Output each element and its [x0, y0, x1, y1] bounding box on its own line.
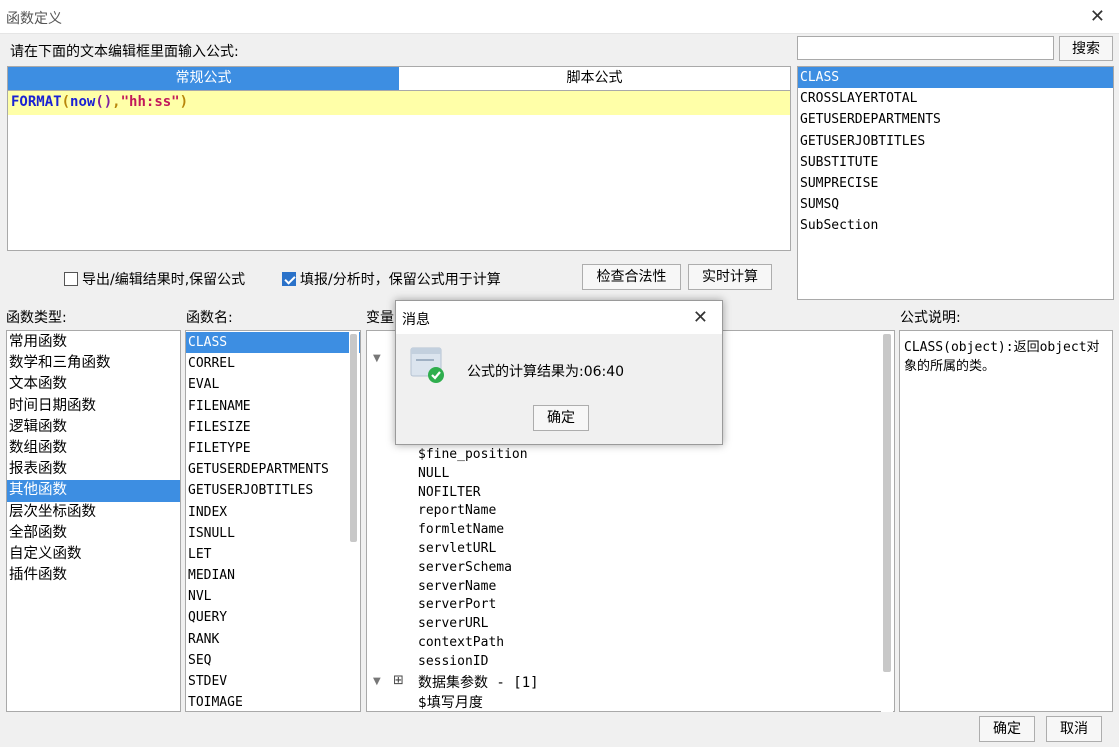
search-result-item[interactable]: CLASS	[798, 67, 1113, 89]
keep-on-fill-option[interactable]: 填报/分析时，保留公式用于计算	[282, 269, 501, 289]
function-name-item[interactable]: LET	[186, 544, 360, 565]
function-name-item[interactable]: GETUSERJOBTITLES	[186, 480, 360, 501]
function-name-item[interactable]: GETUSERDEPARTMENTS	[186, 459, 360, 480]
search-button[interactable]: 搜索	[1059, 36, 1113, 61]
keep-on-fill-checkbox[interactable]	[282, 272, 296, 286]
variable-item[interactable]: NOFILTER	[418, 485, 481, 500]
keep-on-export-checkbox[interactable]	[64, 272, 78, 286]
dataset-node[interactable]: 数据集参数 - [1]	[418, 672, 539, 692]
variable-item[interactable]: formletName	[418, 522, 504, 537]
message-ok-button[interactable]: 确定	[533, 405, 589, 431]
function-name-item[interactable]: RANK	[186, 629, 360, 650]
variable-item[interactable]: servletURL	[418, 541, 496, 556]
function-name-item[interactable]: CORREL	[186, 353, 360, 374]
message-close-icon[interactable]: ✕	[693, 307, 708, 328]
names-scrollbar[interactable]	[349, 332, 359, 711]
function-name-item[interactable]: CLASS	[186, 332, 360, 354]
function-name-item[interactable]: FILETYPE	[186, 438, 360, 459]
realtime-calc-button[interactable]: 实时计算	[688, 264, 772, 290]
dataset-node-icon: ⊞	[393, 673, 404, 688]
function-name-item[interactable]: MEDIAN	[186, 565, 360, 586]
function-type-item[interactable]: 时间日期函数	[7, 396, 180, 417]
function-name-item[interactable]: EVAL	[186, 374, 360, 395]
function-name-item[interactable]: STDEV	[186, 671, 360, 692]
function-type-item[interactable]: 常用函数	[7, 332, 180, 353]
tab-regular-formula[interactable]: 常规公式	[8, 67, 399, 90]
function-name-item[interactable]: QUERY	[186, 607, 360, 628]
description-label: 公式说明:	[900, 310, 961, 326]
variable-item[interactable]: reportName	[418, 503, 496, 518]
search-result-item[interactable]: GETUSERJOBTITLES	[798, 131, 1113, 152]
search-results-list[interactable]: CLASS CROSSLAYERTOTAL GETUSERDEPARTMENTS GE…	[797, 66, 1114, 300]
function-names-label: 函数名:	[186, 310, 233, 326]
variables-scrollbar[interactable]	[881, 332, 893, 712]
variables-scroll-thumb[interactable]	[883, 334, 891, 672]
dataset-child-item[interactable]: $填写月度	[418, 692, 483, 712]
function-names-list[interactable]: CLASS CORREL EVAL FILENAME FILESIZE FILETYPE G…	[185, 330, 361, 712]
search-result-item[interactable]: SUBSTITUTE	[798, 152, 1113, 173]
function-type-item[interactable]: 其他函数	[7, 480, 180, 502]
dataset-expand-icon[interactable]: ▼	[373, 676, 381, 687]
variable-item[interactable]: serverName	[418, 579, 496, 594]
search-result-item[interactable]: CROSSLAYERTOTAL	[798, 88, 1113, 109]
function-type-item[interactable]: 全部函数	[7, 523, 180, 544]
function-type-item[interactable]: 插件函数	[7, 565, 180, 586]
variable-item[interactable]: $fine_position	[418, 447, 528, 462]
check-validity-button[interactable]: 检查合法性	[582, 264, 681, 290]
variable-item[interactable]: sessionID	[418, 654, 488, 669]
function-name-item[interactable]: SEQ	[186, 650, 360, 671]
function-name-item[interactable]: ISNULL	[186, 523, 360, 544]
function-name-item[interactable]: NVL	[186, 586, 360, 607]
cancel-button[interactable]: 取消	[1046, 716, 1102, 742]
variable-item[interactable]: contextPath	[418, 635, 504, 650]
function-name-item[interactable]: FILENAME	[186, 396, 360, 417]
search-result-item[interactable]: SubSection	[798, 215, 1113, 236]
function-types-label: 函数类型:	[6, 310, 67, 326]
search-result-item[interactable]: SUMSQ	[798, 194, 1113, 215]
window-title: 函数定义	[6, 11, 62, 27]
function-types-list[interactable]: 常用函数 数学和三角函数 文本函数 时间日期函数 逻辑函数 数组函数 报表函数 其他函数 层次坐…	[6, 330, 181, 712]
names-scroll-thumb[interactable]	[350, 334, 357, 542]
function-type-item[interactable]: 报表函数	[7, 459, 180, 480]
variables-label: 变量	[366, 310, 394, 326]
message-dialog-header: 消息 ✕	[396, 301, 722, 334]
close-icon[interactable]: ✕	[1090, 6, 1105, 27]
message-dialog: 消息 ✕ 公式的计算结果为:06:40 确定	[395, 300, 723, 445]
search-result-item[interactable]: SUMPRECISE	[798, 173, 1113, 194]
formula-tabs: 常规公式 脚本公式	[7, 66, 791, 91]
formula-line[interactable]: FORMAT(now(),"hh:ss")	[8, 91, 790, 115]
function-type-item[interactable]: 数组函数	[7, 438, 180, 459]
success-info-icon	[410, 346, 444, 384]
function-name-item[interactable]: FILESIZE	[186, 417, 360, 438]
function-search-input[interactable]	[797, 36, 1054, 60]
variable-item[interactable]: serverPort	[418, 597, 496, 612]
function-type-item[interactable]: 文本函数	[7, 374, 180, 395]
function-name-item[interactable]: TOIMAGE	[186, 692, 360, 711]
prompt-label: 请在下面的文本编辑框里面输入公式:	[10, 44, 239, 60]
expand-icon[interactable]: ▼	[373, 353, 381, 364]
message-text: 公式的计算结果为:06:40	[467, 364, 625, 380]
function-type-item[interactable]: 数学和三角函数	[7, 353, 180, 374]
variable-item[interactable]: serverURL	[418, 616, 488, 631]
ok-button[interactable]: 确定	[979, 716, 1035, 742]
message-dialog-title: 消息	[402, 312, 430, 328]
variable-item[interactable]: NULL	[418, 466, 449, 481]
description-text: CLASS(object):返回object对象的所属的类。	[899, 330, 1113, 712]
search-result-item[interactable]: GETUSERDEPARTMENTS	[798, 109, 1113, 130]
function-name-item[interactable]: INDEX	[186, 502, 360, 523]
formula-editor[interactable]: FORMAT(now(),"hh:ss")	[7, 91, 791, 251]
keep-on-export-option[interactable]: 导出/编辑结果时,保留公式	[64, 269, 245, 289]
variable-item[interactable]: serverSchema	[418, 560, 512, 575]
function-type-item[interactable]: 逻辑函数	[7, 417, 180, 438]
window-titlebar: 函数定义 ✕	[0, 0, 1119, 34]
function-type-item[interactable]: 层次坐标函数	[7, 502, 180, 523]
function-type-item[interactable]: 自定义函数	[7, 544, 180, 565]
tab-script-formula[interactable]: 脚本公式	[399, 67, 790, 90]
